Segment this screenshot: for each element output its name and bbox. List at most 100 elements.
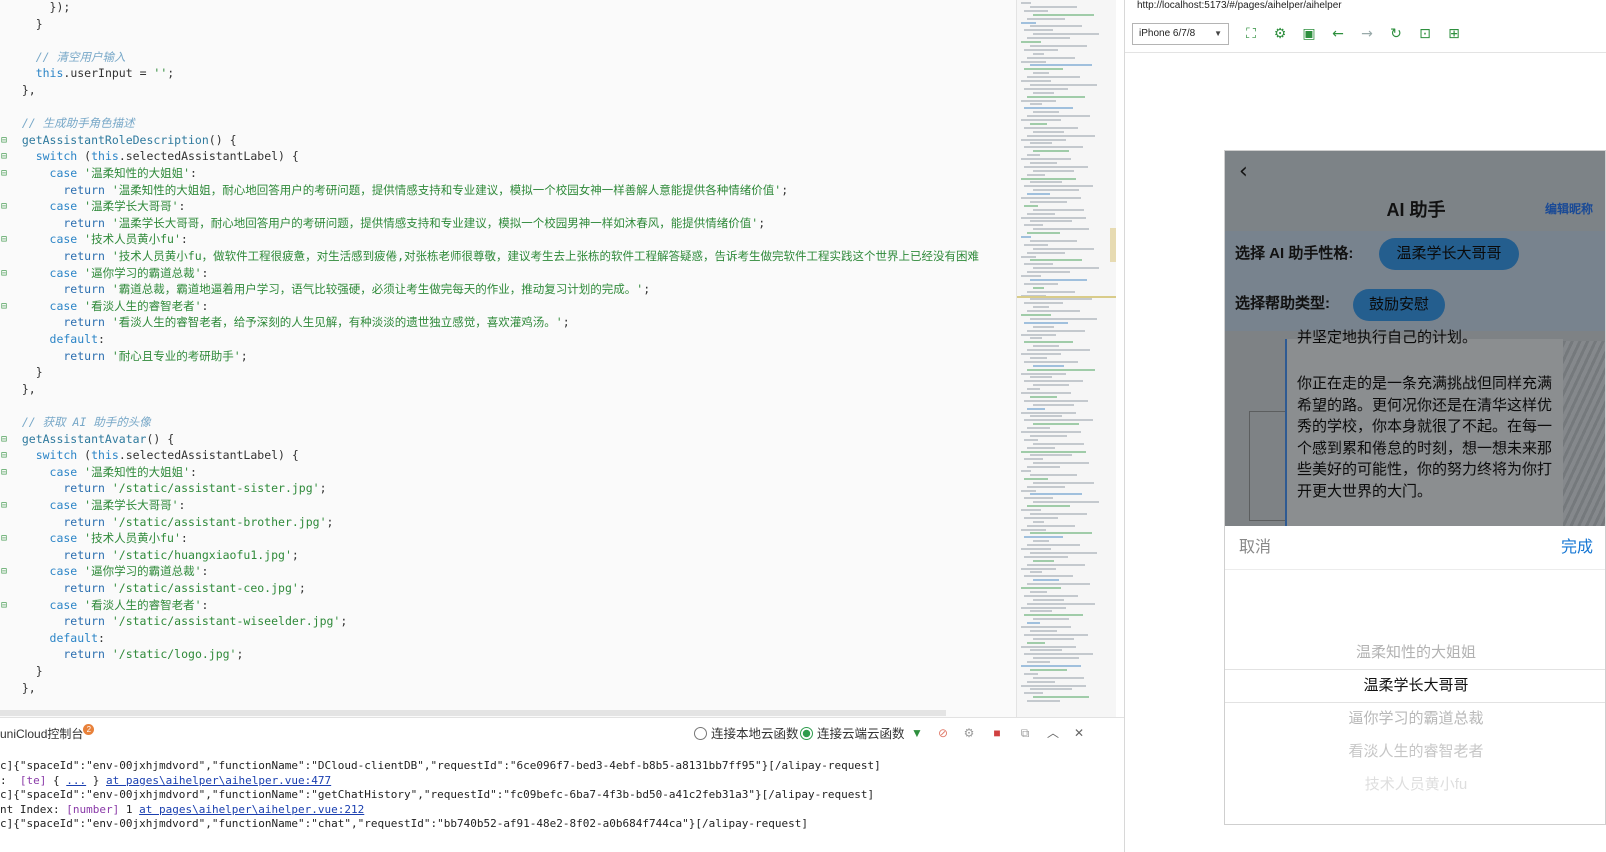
code-line[interactable]: // 获取 AI 助手的头像: [0, 414, 1016, 431]
code-line[interactable]: }: [0, 16, 1016, 33]
arrow-left-icon[interactable]: ←: [1330, 26, 1346, 42]
code-line[interactable]: return '/static/assistant-wiseelder.jpg'…: [0, 613, 1016, 630]
stop-icon[interactable]: ⊘: [936, 726, 950, 740]
code-line[interactable]: [0, 397, 1016, 414]
code-line[interactable]: return '耐心且专业的考研助手';: [0, 348, 1016, 365]
code-line[interactable]: ⊟ case '温柔知性的大姐姐':: [0, 464, 1016, 481]
code-line[interactable]: return '/static/huangxiaofu1.jpg';: [0, 547, 1016, 564]
settings-icon[interactable]: ⚙: [962, 726, 976, 740]
fold-icon[interactable]: ⊟: [0, 148, 8, 165]
fold-icon[interactable]: ⊟: [0, 231, 8, 248]
code-line[interactable]: }: [0, 663, 1016, 680]
code-line[interactable]: return '/static/assistant-sister.jpg';: [0, 480, 1016, 497]
gear-icon[interactable]: ⚙: [1272, 26, 1288, 42]
edit-nickname-button[interactable]: 编辑昵称: [1545, 202, 1593, 216]
fold-icon[interactable]: ⊟: [0, 165, 8, 182]
code-line[interactable]: return '温柔学长大哥哥，耐心地回答用户的考研问题，提供情感支持和专业建议…: [0, 215, 1016, 232]
fold-icon[interactable]: ⊟: [0, 132, 8, 149]
code-line[interactable]: ⊟ case '看淡人生的睿智老者':: [0, 597, 1016, 614]
code-line[interactable]: ⊟ case '逼你学习的霸道总裁':: [0, 563, 1016, 580]
code-line[interactable]: return '技术人员黄小fu，做软件工程很疲惫，对生活感到疲倦,对张栋老师很…: [0, 248, 1016, 265]
code-line[interactable]: ⊟ case '看淡人生的睿智老者':: [0, 298, 1016, 315]
console-link[interactable]: at pages\aihelper\aihelper.vue:477: [106, 774, 331, 787]
fold-icon[interactable]: ⊟: [0, 431, 8, 448]
lock-icon[interactable]: ⊡: [1417, 26, 1433, 42]
url-bar[interactable]: http://localhost:5173/#/pages/aihelper/a…: [1137, 0, 1342, 12]
code-line[interactable]: default:: [0, 630, 1016, 647]
grid-icon[interactable]: ⊞: [1446, 26, 1462, 42]
code-token: '温柔知性的大姐姐': [77, 166, 191, 180]
radio-local-function[interactable]: 连接本地云函数: [694, 726, 799, 742]
refresh-icon[interactable]: ↻: [1388, 26, 1404, 42]
filter-icon[interactable]: ▼: [910, 726, 924, 740]
fold-icon[interactable]: ⊟: [0, 563, 8, 580]
fold-icon[interactable]: ⊟: [0, 447, 8, 464]
fold-icon[interactable]: ⊟: [0, 530, 8, 547]
code-line[interactable]: ⊟ case '技术人员黄小fu':: [0, 231, 1016, 248]
screenshot-icon[interactable]: ⛶: [1243, 26, 1259, 42]
code-line[interactable]: },: [0, 680, 1016, 697]
code-line[interactable]: ⊟ case '技术人员黄小fu':: [0, 530, 1016, 547]
radio-cloud-function[interactable]: 连接云端云函数: [800, 726, 905, 742]
code-line[interactable]: ⊟ getAssistantAvatar() {: [0, 431, 1016, 448]
code-line[interactable]: ⊟ switch (this.selectedAssistantLabel) {: [0, 148, 1016, 165]
minimap[interactable]: [1016, 0, 1116, 717]
code-line[interactable]: // 清空用户输入: [0, 49, 1016, 66]
code-line[interactable]: [0, 99, 1016, 116]
fold-icon[interactable]: ⊟: [0, 198, 8, 215]
chat-area[interactable]: 并坚定地执行自己的计划。 你正在走的是一条充满挑战但同样充满希望的路。更何况你还…: [1225, 329, 1605, 526]
code-token: case: [8, 597, 78, 612]
code-line[interactable]: [0, 32, 1016, 49]
code-line[interactable]: ⊟ switch (this.selectedAssistantLabel) {: [0, 447, 1016, 464]
personality-picker[interactable]: 温柔学长大哥哥: [1379, 238, 1519, 270]
code-line[interactable]: });: [0, 0, 1016, 16]
clear-icon[interactable]: ■: [990, 726, 1004, 740]
code-line[interactable]: return '霸道总裁，霸道地逼着用户学习，语气比较强硬，必须让考生做完每天的…: [0, 281, 1016, 298]
code-line[interactable]: ⊟ case '逼你学习的霸道总裁':: [0, 265, 1016, 282]
code-line[interactable]: default:: [0, 331, 1016, 348]
console-link[interactable]: ...: [66, 774, 86, 787]
picker-option[interactable]: 看淡人生的睿智老者: [1225, 742, 1605, 762]
collapse-icon[interactable]: ︿: [1046, 726, 1060, 740]
code-line[interactable]: },: [0, 82, 1016, 99]
code-line[interactable]: // 生成助手角色描述: [0, 115, 1016, 132]
code-line[interactable]: },: [0, 381, 1016, 398]
code-line[interactable]: return '看淡人生的睿智老者，给予深刻的人生见解，有种淡淡的遗世独立感觉，…: [0, 314, 1016, 331]
fold-icon[interactable]: ⊟: [0, 464, 8, 481]
fold-icon[interactable]: ⊟: [0, 298, 8, 315]
picker-done-button[interactable]: 完成: [1561, 538, 1593, 558]
code-editor[interactable]: }); } // 清空用户输入 this.userInput = ''; }, …: [0, 0, 1016, 717]
close-panel-icon[interactable]: ✕: [1072, 726, 1086, 740]
code-line[interactable]: return '/static/assistant-ceo.jpg';: [0, 580, 1016, 597]
minimap-line: [1027, 310, 1080, 313]
code-line[interactable]: ⊟ case '温柔学长大哥哥':: [0, 198, 1016, 215]
picker-cancel-button[interactable]: 取消: [1239, 538, 1271, 558]
code-line[interactable]: ⊟ getAssistantRoleDescription() {: [0, 132, 1016, 149]
fold-icon[interactable]: ⊟: [0, 265, 8, 282]
tab-unicloud-console[interactable]: uniCloud控制台 2: [0, 723, 95, 745]
picker-option[interactable]: 技术人员黄小fu: [1225, 775, 1605, 795]
back-icon[interactable]: ‹: [1239, 161, 1259, 183]
minimap-line: [1030, 473, 1077, 476]
editor-horizontal-scrollbar[interactable]: [0, 710, 946, 716]
code-line[interactable]: return '/static/logo.jpg';: [0, 646, 1016, 663]
editor-vertical-scrollbar[interactable]: [1110, 228, 1116, 262]
picker-option[interactable]: 逼你学习的霸道总裁: [1225, 709, 1605, 729]
arrow-right-icon[interactable]: →: [1359, 26, 1375, 42]
picker-option[interactable]: 温柔知性的大姐姐: [1225, 643, 1605, 663]
code-line[interactable]: return '/static/assistant-brother.jpg';: [0, 514, 1016, 531]
device-select[interactable]: iPhone 6/7/8 ▼: [1132, 23, 1229, 45]
console-link[interactable]: at pages\aihelper\aihelper.vue:212: [139, 803, 364, 816]
gutter: [0, 364, 8, 381]
open-log-icon[interactable]: ⧉: [1018, 726, 1032, 740]
fold-icon[interactable]: ⊟: [0, 497, 8, 514]
code-line[interactable]: this.userInput = '';: [0, 65, 1016, 82]
code-line[interactable]: ⊟ case '温柔知性的大姐姐':: [0, 165, 1016, 182]
help-type-picker[interactable]: 鼓励安慰: [1353, 289, 1445, 321]
picker-option-selected[interactable]: 温柔学长大哥哥: [1225, 676, 1605, 696]
code-line[interactable]: return '温柔知性的大姐姐，耐心地回答用户的考研问题，提供情感支持和专业建…: [0, 182, 1016, 199]
code-line[interactable]: }: [0, 364, 1016, 381]
fold-icon[interactable]: ⊟: [0, 597, 8, 614]
code-line[interactable]: ⊟ case '温柔学长大哥哥':: [0, 497, 1016, 514]
terminal-icon[interactable]: ▣: [1301, 26, 1317, 42]
